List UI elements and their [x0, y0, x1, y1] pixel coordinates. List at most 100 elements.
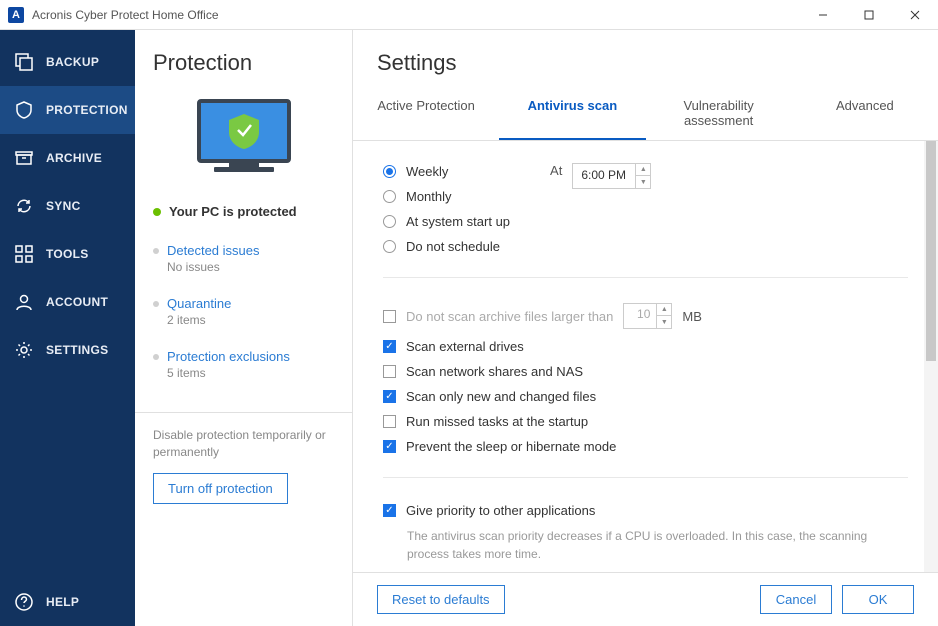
detected-issues-count: No issues [167, 260, 334, 274]
disable-note: Disable protection temporarily or perman… [153, 427, 334, 461]
archive-size-input[interactable]: 10 [623, 303, 657, 329]
sidebar-item-label: HELP [46, 595, 79, 609]
sidebar-item-label: SETTINGS [46, 343, 108, 357]
shield-icon [14, 100, 34, 120]
tab-advanced[interactable]: Advanced [792, 88, 938, 140]
spinner-up-icon[interactable]: ▲ [657, 304, 671, 316]
ok-button[interactable]: OK [842, 585, 914, 614]
minimize-button[interactable] [800, 0, 846, 30]
checkbox-icon [383, 440, 396, 453]
radio-icon [383, 215, 396, 228]
exclusions-count: 5 items [167, 366, 334, 380]
radio-label: At system start up [406, 214, 510, 229]
spinner-down-icon[interactable]: ▼ [636, 176, 650, 188]
sidebar-item-sync[interactable]: SYNC [0, 182, 135, 230]
check-label: Run missed tasks at the startup [406, 414, 588, 429]
sidebar-item-backup[interactable]: BACKUP [0, 38, 135, 86]
radio-icon [383, 240, 396, 253]
check-label: Prevent the sleep or hibernate mode [406, 439, 616, 454]
close-button[interactable] [892, 0, 938, 30]
check-label: Scan external drives [406, 339, 524, 354]
sidebar-item-settings[interactable]: SETTINGS [0, 326, 135, 374]
sidebar-item-label: TOOLS [46, 247, 89, 261]
radio-icon [383, 190, 396, 203]
maximize-button[interactable] [846, 0, 892, 30]
archive-size-spinner[interactable]: ▲ ▼ [657, 303, 672, 329]
sidebar-item-label: BACKUP [46, 55, 99, 69]
sidebar-item-archive[interactable]: ARCHIVE [0, 134, 135, 182]
quarantine-count: 2 items [167, 313, 334, 327]
account-icon [14, 292, 34, 312]
sidebar-item-protection[interactable]: PROTECTION [0, 86, 135, 134]
archive-unit: MB [682, 309, 702, 324]
checkbox-icon [383, 340, 396, 353]
scrollbar[interactable] [924, 141, 938, 572]
radio-label: Monthly [406, 189, 452, 204]
tab-vulnerability[interactable]: Vulnerability assessment [646, 88, 792, 140]
radio-monthly[interactable]: Monthly [383, 184, 510, 209]
tab-active-protection[interactable]: Active Protection [353, 88, 499, 140]
cancel-button[interactable]: Cancel [760, 585, 832, 614]
turn-off-protection-button[interactable]: Turn off protection [153, 473, 288, 504]
status-dot-icon [153, 208, 161, 216]
reset-defaults-button[interactable]: Reset to defaults [377, 585, 505, 614]
sidebar-item-help[interactable]: HELP [0, 578, 135, 626]
checkbox-icon [383, 415, 396, 428]
sidebar-item-label: ACCOUNT [46, 295, 108, 309]
check-prevent-sleep[interactable]: Prevent the sleep or hibernate mode [383, 434, 908, 459]
check-give-priority[interactable]: Give priority to other applications [383, 498, 908, 523]
protection-heading: Protection [153, 50, 334, 76]
titlebar: A Acronis Cyber Protect Home Office [0, 0, 938, 30]
quarantine-link[interactable]: Quarantine [167, 296, 334, 311]
tools-icon [14, 244, 34, 264]
time-input[interactable]: 6:00 PM [572, 163, 636, 189]
checkbox-icon [383, 390, 396, 403]
check-network-shares[interactable]: Scan network shares and NAS [383, 359, 908, 384]
check-external-drives[interactable]: Scan external drives [383, 334, 908, 359]
spinner-up-icon[interactable]: ▲ [636, 164, 650, 176]
checkbox-icon [383, 504, 396, 517]
sync-icon [14, 196, 34, 216]
protection-status: Your PC is protected [169, 204, 297, 219]
protection-panel: Protection Your PC is protected Detected… [135, 30, 353, 626]
check-label: Do not scan archive files larger than [406, 309, 613, 324]
checkbox-icon [383, 365, 396, 378]
check-label: Scan only new and changed files [406, 389, 596, 404]
exclusions-link[interactable]: Protection exclusions [167, 349, 334, 364]
radio-startup[interactable]: At system start up [383, 209, 510, 234]
radio-icon [383, 165, 396, 178]
radio-label: Weekly [406, 164, 448, 179]
spinner-down-icon[interactable]: ▼ [657, 316, 671, 328]
settings-panel: Settings Active Protection Antivirus sca… [353, 30, 938, 626]
check-archive-size[interactable]: Do not scan archive files larger than 10… [383, 298, 908, 334]
detected-issues-link[interactable]: Detected issues [167, 243, 334, 258]
radio-no-schedule[interactable]: Do not schedule [383, 234, 510, 259]
settings-tabs: Active Protection Antivirus scan Vulnera… [353, 88, 938, 141]
sidebar-item-label: SYNC [46, 199, 81, 213]
radio-weekly[interactable]: Weekly [383, 159, 510, 184]
time-spinner[interactable]: ▲ ▼ [636, 163, 651, 189]
priority-hint: The antivirus scan priority decreases if… [407, 527, 908, 563]
check-only-new[interactable]: Scan only new and changed files [383, 384, 908, 409]
settings-footer: Reset to defaults Cancel OK [353, 572, 938, 626]
radio-label: Do not schedule [406, 239, 500, 254]
at-label: At [550, 163, 562, 178]
sidebar-item-tools[interactable]: TOOLS [0, 230, 135, 278]
sidebar-item-account[interactable]: ACCOUNT [0, 278, 135, 326]
check-label: Scan network shares and NAS [406, 364, 583, 379]
gear-icon [14, 340, 34, 360]
archive-icon [14, 148, 34, 168]
app-icon: A [8, 7, 24, 23]
sidebar: BACKUP PROTECTION ARCHIVE SYNC TOOLS [0, 30, 135, 626]
tab-antivirus-scan[interactable]: Antivirus scan [499, 88, 645, 140]
help-icon [14, 592, 34, 612]
checkbox-icon [383, 310, 396, 323]
settings-heading: Settings [377, 50, 914, 76]
check-missed-tasks[interactable]: Run missed tasks at the startup [383, 409, 908, 434]
check-label: Give priority to other applications [406, 503, 595, 518]
sidebar-item-label: PROTECTION [46, 103, 128, 117]
backup-icon [14, 52, 34, 72]
window-title: Acronis Cyber Protect Home Office [32, 8, 219, 22]
sidebar-item-label: ARCHIVE [46, 151, 102, 165]
monitor-illustration [189, 96, 299, 186]
